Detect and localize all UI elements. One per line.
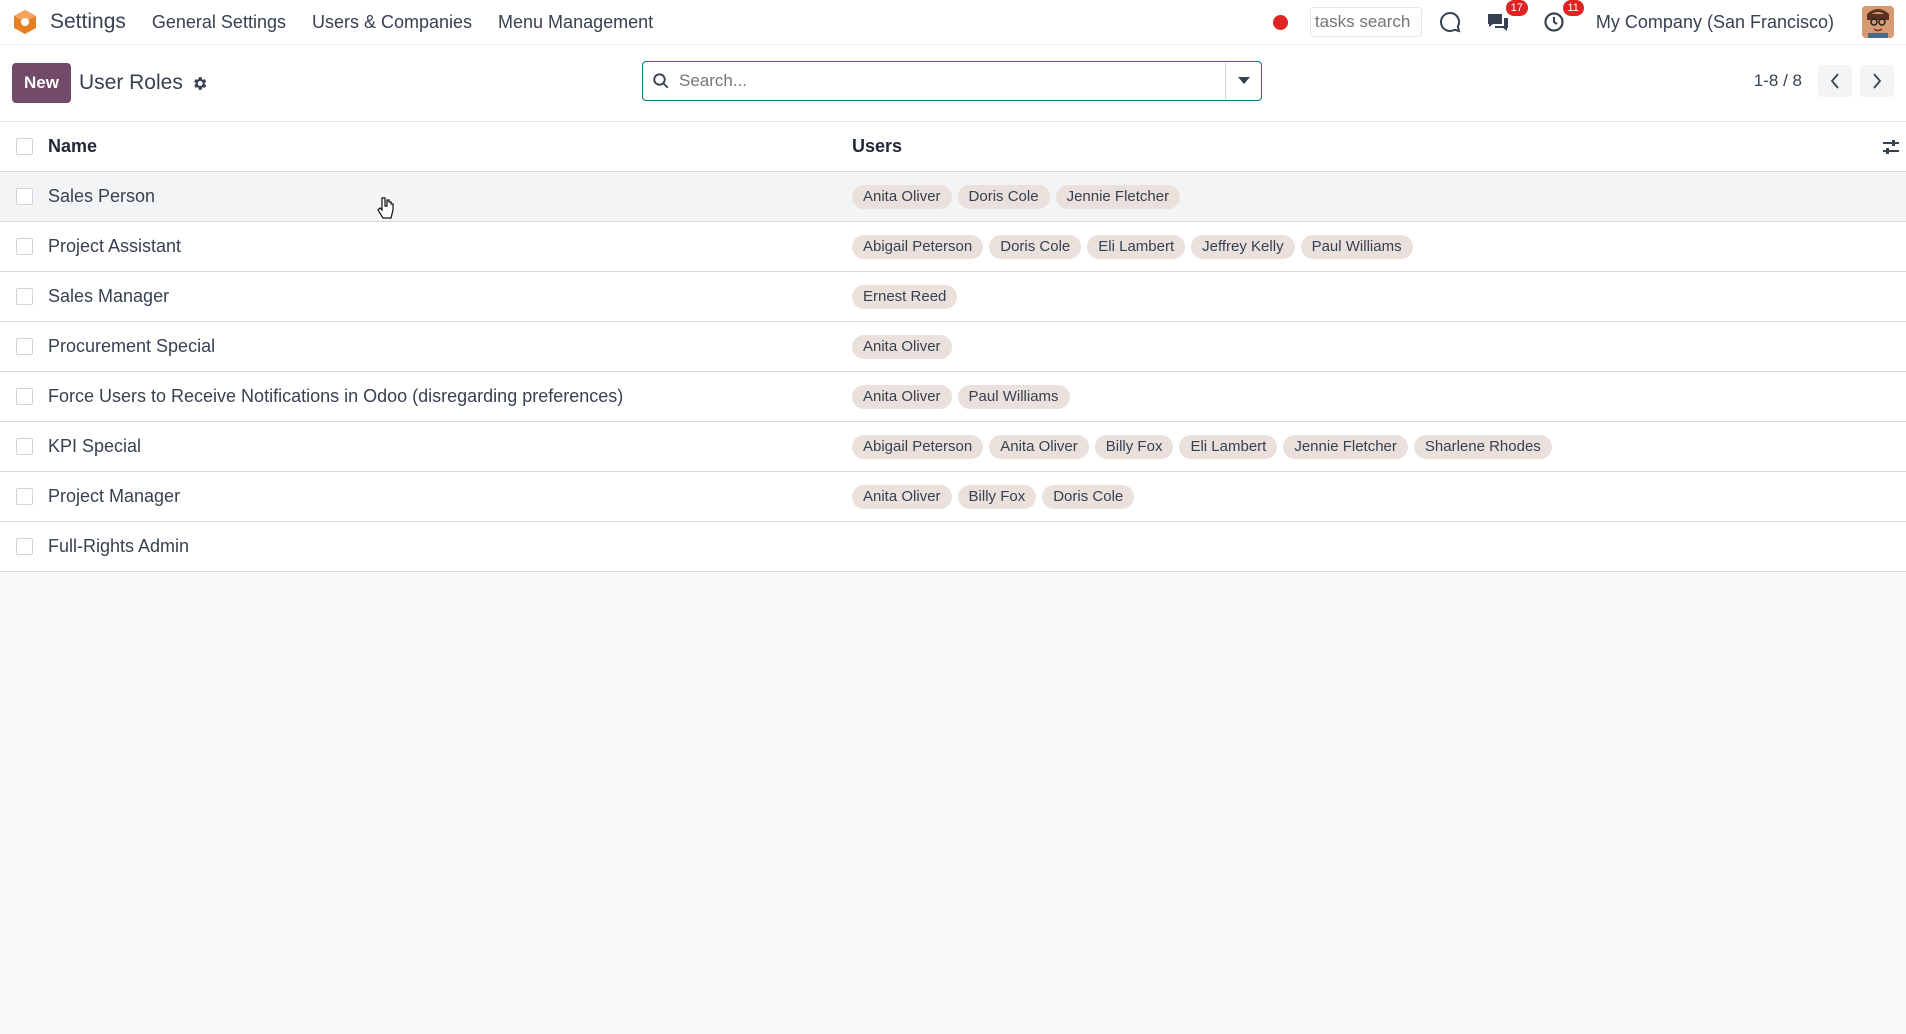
top-navbar: Settings General Settings Users & Compan… xyxy=(0,0,1906,45)
search-options-toggle-icon[interactable] xyxy=(1225,62,1261,100)
menu-menu-management[interactable]: Menu Management xyxy=(498,12,653,33)
search-input[interactable] xyxy=(679,71,1225,91)
pager-next-button[interactable] xyxy=(1860,65,1894,97)
optional-columns-icon[interactable] xyxy=(1882,138,1900,161)
app-name[interactable]: Settings xyxy=(50,10,126,34)
page-title: User Roles xyxy=(78,71,183,94)
row-checkbox[interactable] xyxy=(15,488,33,505)
new-button[interactable]: New xyxy=(12,63,71,103)
mouse-cursor-icon xyxy=(376,196,394,225)
row-checkbox[interactable] xyxy=(15,338,33,355)
role-name[interactable]: Full-Rights Admin xyxy=(48,536,852,557)
user-tag: Anita Oliver xyxy=(989,434,1089,459)
row-checkbox[interactable] xyxy=(15,438,33,455)
user-tag: Abigail Peterson xyxy=(852,434,984,459)
role-name[interactable]: Sales Manager xyxy=(48,286,852,307)
messages-badge: 17 xyxy=(1505,0,1528,16)
row-checkbox[interactable] xyxy=(15,288,33,305)
role-name[interactable]: KPI Special xyxy=(48,436,852,457)
role-users[interactable]: Anita Oliver Paul Williams xyxy=(852,384,1906,409)
record-indicator-icon[interactable] xyxy=(1272,14,1288,30)
user-tag: Paul Williams xyxy=(957,384,1070,409)
select-all-checkbox[interactable] xyxy=(15,138,33,155)
column-header-users[interactable]: Users xyxy=(852,136,1906,157)
activities-badge: 11 xyxy=(1562,0,1584,16)
table-row[interactable]: KPI Special Abigail Peterson Anita Oliver B… xyxy=(0,422,1906,472)
messages-icon[interactable]: 17 xyxy=(1484,0,1528,36)
user-tag: Billy Fox xyxy=(1094,434,1174,459)
user-tag: Abigail Peterson xyxy=(852,234,984,259)
table-row[interactable]: Sales Person Anita Oliver Doris Cole Jennie… xyxy=(0,172,1906,222)
user-tag: Billy Fox xyxy=(957,484,1037,509)
role-name[interactable]: Project Manager xyxy=(48,486,852,507)
user-tag: Anita Oliver xyxy=(852,384,952,409)
user-tag: Doris Cole xyxy=(957,184,1050,209)
row-checkbox[interactable] xyxy=(15,388,33,405)
row-checkbox[interactable] xyxy=(15,188,33,205)
pager-value[interactable]: 1-8 / 8 xyxy=(1754,71,1802,91)
user-tag: Jeffrey Kelly xyxy=(1191,234,1295,259)
user-tag: Eli Lambert xyxy=(1087,234,1186,259)
user-tag: Ernest Reed xyxy=(852,284,958,309)
table-row[interactable]: Full-Rights Admin xyxy=(0,522,1906,572)
row-checkbox[interactable] xyxy=(15,238,33,255)
user-tag: Doris Cole xyxy=(989,234,1082,259)
table-row[interactable]: Procurement Special Anita Oliver xyxy=(0,322,1906,372)
role-users[interactable]: Abigail Peterson Anita Oliver Billy Fox Eli… xyxy=(852,434,1906,459)
pager: 1-8 / 8 xyxy=(1754,65,1894,97)
table-row[interactable]: Project Manager Anita Oliver Billy Fox Dori… xyxy=(0,472,1906,522)
user-tag: Jennie Fletcher xyxy=(1055,184,1181,209)
activities-clock-icon[interactable]: 11 xyxy=(1540,0,1584,36)
role-users[interactable]: Anita Oliver Billy Fox Doris Cole xyxy=(852,484,1906,509)
user-tag: Anita Oliver xyxy=(852,334,952,359)
user-tag: Paul Williams xyxy=(1300,234,1413,259)
user-tag: Doris Cole xyxy=(1042,484,1135,509)
role-name[interactable]: Sales Person xyxy=(48,186,852,207)
role-users[interactable]: Anita Oliver Doris Cole Jennie Fletcher xyxy=(852,184,1906,209)
user-avatar[interactable] xyxy=(1862,6,1894,38)
search-icon xyxy=(643,72,679,90)
role-users[interactable]: Abigail Peterson Doris Cole Eli Lambert Jef… xyxy=(852,234,1906,259)
chat-bubble-icon[interactable] xyxy=(1436,8,1464,36)
role-users[interactable]: Ernest Reed xyxy=(852,284,1906,309)
tasks-search-input[interactable] xyxy=(1309,7,1422,37)
user-tag: Eli Lambert xyxy=(1179,434,1278,459)
menu-general-settings[interactable]: General Settings xyxy=(152,12,286,33)
user-roles-table: Name Users Sales Person Anita Oliver Doris… xyxy=(0,122,1906,572)
pager-previous-button[interactable] xyxy=(1818,65,1852,97)
user-tag: Sharlene Rhodes xyxy=(1413,434,1552,459)
table-row[interactable]: Force Users to Receive Notifications in … xyxy=(0,372,1906,422)
user-tag: Jennie Fletcher xyxy=(1283,434,1408,459)
role-name[interactable]: Procurement Special xyxy=(48,336,852,357)
control-panel: New User Roles 1-8 / 8 xyxy=(0,45,1906,122)
column-header-name[interactable]: Name xyxy=(48,136,852,157)
table-row[interactable]: Project Assistant Abigail Peterson Doris C… xyxy=(0,222,1906,272)
role-users[interactable]: Anita Oliver xyxy=(852,334,1906,359)
table-header: Name Users xyxy=(0,122,1906,172)
role-name[interactable]: Project Assistant xyxy=(48,236,852,257)
user-tag: Anita Oliver xyxy=(852,484,952,509)
role-name[interactable]: Force Users to Receive Notifications in … xyxy=(48,386,852,407)
gear-icon[interactable] xyxy=(191,75,208,92)
menu-users-companies[interactable]: Users & Companies xyxy=(312,12,472,33)
odoo-logo-icon[interactable] xyxy=(12,9,38,35)
search-bar xyxy=(642,61,1262,101)
company-switcher[interactable]: My Company (San Francisco) xyxy=(1596,12,1834,33)
user-tag: Anita Oliver xyxy=(852,184,952,209)
table-row[interactable]: Sales Manager Ernest Reed xyxy=(0,272,1906,322)
row-checkbox[interactable] xyxy=(15,538,33,555)
